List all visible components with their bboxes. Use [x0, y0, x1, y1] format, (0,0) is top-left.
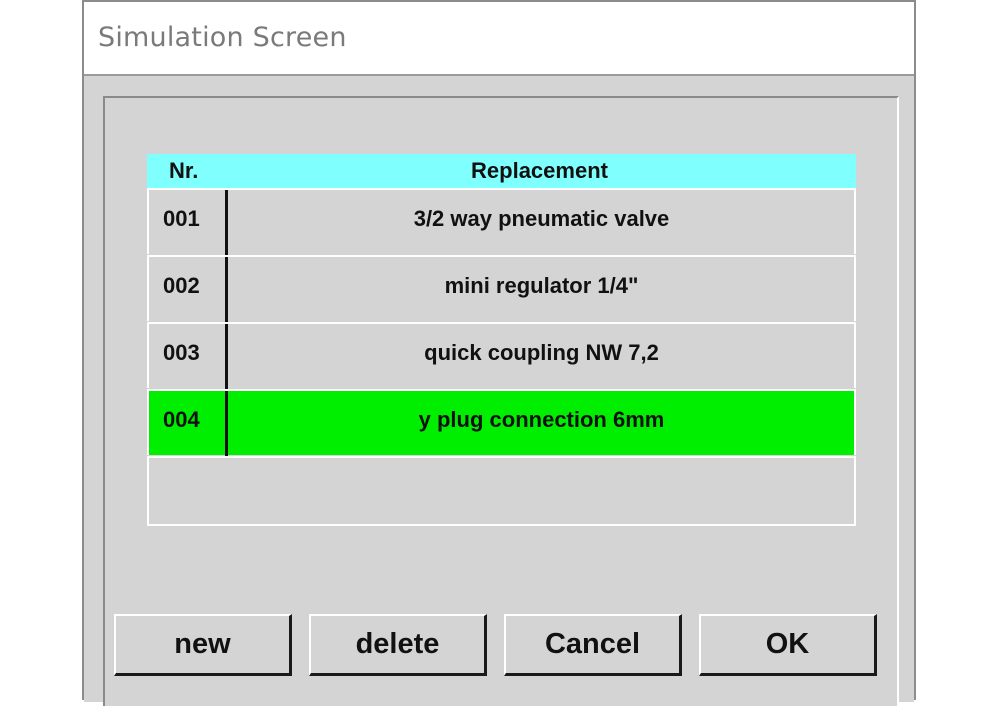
table-row[interactable]: 001 3/2 way pneumatic valve — [147, 188, 856, 256]
column-header-replacement: Replacement — [471, 158, 608, 183]
delete-button[interactable]: delete — [309, 614, 487, 676]
column-separator — [225, 190, 228, 256]
column-separator — [225, 391, 228, 457]
ok-button[interactable]: OK — [699, 614, 877, 676]
window-client-area: Nr. Replacement 001 3/2 way pneumatic va… — [84, 74, 914, 706]
row-replacement: quick coupling NW 7,2 — [424, 340, 659, 365]
new-button[interactable]: new — [114, 614, 292, 676]
row-replacement: y plug connection 6mm — [418, 407, 665, 432]
row-nr: 002 — [163, 273, 200, 298]
column-separator — [225, 324, 228, 390]
row-nr: 003 — [163, 340, 200, 365]
row-nr: 001 — [163, 206, 200, 231]
table-header: Nr. Replacement — [147, 154, 856, 188]
column-header-nr: Nr. — [169, 158, 199, 183]
cancel-button[interactable]: Cancel — [504, 614, 682, 676]
simulation-window: Simulation Screen Nr. Replacement 001 3/… — [82, 0, 916, 706]
column-separator — [225, 257, 228, 323]
title-bar: Simulation Screen — [84, 2, 914, 74]
table-row-empty[interactable] — [147, 456, 856, 526]
row-replacement: 3/2 way pneumatic valve — [413, 206, 670, 231]
table-row-selected[interactable]: 004 y plug connection 6mm — [147, 389, 856, 457]
row-nr: 004 — [163, 407, 200, 432]
row-replacement: mini regulator 1/4" — [444, 273, 639, 298]
window-title: Simulation Screen — [98, 22, 347, 53]
table-row[interactable]: 002 mini regulator 1/4" — [147, 255, 856, 323]
replacement-table: Nr. Replacement 001 3/2 way pneumatic va… — [147, 154, 856, 526]
content-panel: Nr. Replacement 001 3/2 way pneumatic va… — [103, 96, 899, 706]
table-row[interactable]: 003 quick coupling NW 7,2 — [147, 322, 856, 390]
